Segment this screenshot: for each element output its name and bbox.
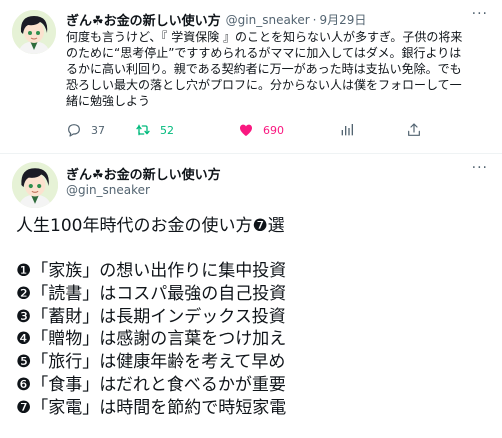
avatar-illustration (12, 10, 56, 54)
retweet-button[interactable]: 52 (135, 122, 174, 138)
display-name[interactable]: ぎん☘お金の新しい使い方 (66, 164, 221, 183)
user-handle[interactable]: @gin_sneaker (226, 13, 310, 27)
list-item: ❻「食事」はだれと食べるかが重要 (16, 374, 286, 395)
tweet-1[interactable]: ぎん☘お金の新しい使い方 @gin_sneaker · 9月29日 ··· 何度… (0, 0, 502, 154)
share-button[interactable] (406, 122, 422, 138)
share-icon (408, 123, 420, 136)
stats-icon (341, 124, 353, 136)
list-item: ❷「読書」はコスパ最強の自己投資 (16, 283, 287, 304)
more-options-icon[interactable]: ··· (472, 6, 488, 22)
retweet-icon (136, 124, 150, 136)
like-button[interactable]: 690 (238, 122, 284, 138)
tweet-text-line: 緒に勉強しよう (66, 94, 151, 108)
list-item: ❹「贈物」は感謝の言葉をつけ加え (16, 329, 287, 350)
tweet-title: 人生100年時代のお金の使い方❼選 (16, 216, 285, 236)
tweet-text-line: 何度も言うけど、『 学資保険 』のことを知らない人が多すぎ。子供の将来 (66, 30, 463, 44)
reply-count: 37 (91, 123, 105, 137)
tweet-actions: 37 52 690 (66, 122, 426, 142)
avatar[interactable] (12, 10, 56, 54)
heart-icon (240, 124, 252, 136)
tweet-header: ぎん☘お金の新しい使い方 @gin_sneaker · 9月29日 (66, 10, 366, 30)
reply-button[interactable]: 37 (66, 122, 105, 138)
stats-button[interactable] (339, 122, 355, 138)
reply-icon (68, 124, 80, 137)
retweet-count: 52 (160, 123, 174, 137)
list-item: ❸「蓄財」は長期インデックス投資 (16, 306, 286, 327)
list-item: ❺「旅行」は健康年齢を考えて早め (16, 352, 286, 373)
more-options-icon[interactable]: ··· (472, 160, 488, 176)
list-item: ❼「家電」は時間を節約で時短家電 (16, 397, 287, 418)
list-item: ❶「家族」の想い出作りに集中投資 (16, 261, 287, 281)
tweet-text-line: のために“思考停止”ですすめられるがママに加入してはダメ。銀行よりは (66, 46, 462, 60)
tweet-text: 何度も言うけど、『 学資保険 』のことを知らない人が多すぎ。子供の将来 のために… (66, 29, 488, 109)
tweet-text-line: 恐ろしい最大の落とし穴がプロフに。分からない人は僕をフォローして一 (66, 78, 462, 92)
user-handle[interactable]: @gin_sneaker (66, 183, 150, 197)
like-count: 690 (263, 123, 284, 137)
avatar-illustration (12, 162, 58, 208)
tweet-list: ❶「家族」の想い出作りに集中投資 ❷「読書」はコスパ最強の自己投資 ❸「蓄財」は… (16, 260, 496, 420)
tweet-date[interactable]: 9月29日 (319, 11, 366, 28)
separator-dot: · (312, 12, 317, 27)
avatar[interactable] (12, 162, 58, 208)
tweet-text: 人生100年時代のお金の使い方❼選 ❶「家族」の想い出作りに集中投資 ❷「読書」… (16, 214, 496, 420)
tweet-text-line: るかに高い利回り。親である契約者に万一があった時は支払い免除。でも (66, 62, 462, 76)
display-name[interactable]: ぎん☘お金の新しい使い方 (66, 10, 221, 29)
